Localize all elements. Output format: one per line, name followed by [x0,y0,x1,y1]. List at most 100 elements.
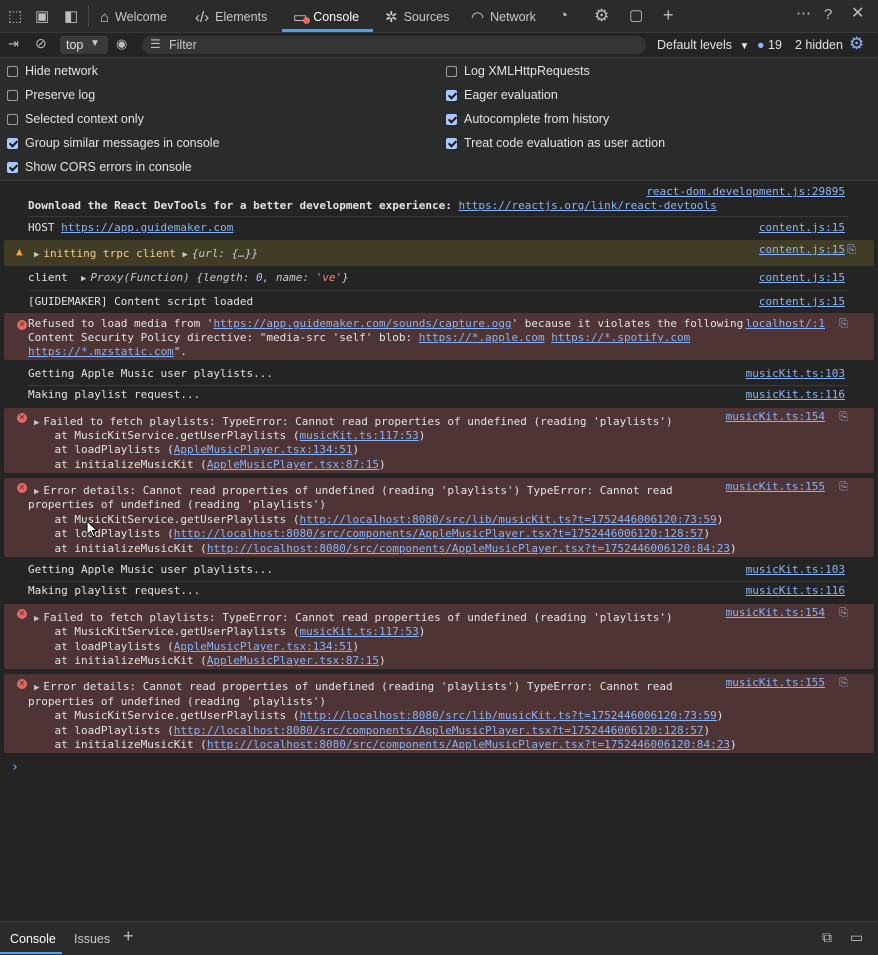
separator [28,385,848,386]
settings-gear-icon[interactable]: ⚙ [594,7,609,24]
checkbox[interactable] [7,113,18,125]
console-settings-gear-icon[interactable]: ⚙ [849,35,864,52]
csp-link[interactable]: https://*.apple.com [419,331,545,344]
expand-triangle-icon[interactable]: ▶ [81,274,86,284]
application-icon[interactable]: ▢ [629,8,643,23]
filter-input[interactable]: ☰ Filter [142,36,646,54]
home-icon: ⌂ [100,8,110,26]
console-message: Refused to load media from 'https://app.… [28,317,744,330]
host-link[interactable]: https://app.guidemaker.com [61,221,233,234]
copy-icon[interactable]: ⎘ [847,243,856,257]
source-link[interactable]: content.js:15 [759,221,845,234]
selected-context-checkbox[interactable]: Selected context only [7,112,144,126]
source-link[interactable]: react-dom.development.js:29895 [646,185,845,198]
source-link[interactable]: content.js:15 [759,271,845,284]
source-link[interactable]: musicKit.ts:103 [746,563,845,576]
live-expression-eye-icon[interactable]: ◉ [116,37,127,50]
tab-elements[interactable]: ‹/› Elements [195,8,267,26]
source-link[interactable]: localhost/:1 [746,317,825,330]
console-message: ▶ Failed to fetch playlists: TypeError: C… [34,415,673,428]
clear-console-icon[interactable]: ⊘ [35,36,47,50]
hide-network-checkbox[interactable]: Hide network [7,64,98,78]
close-icon[interactable]: ✕ [851,6,864,22]
stack-frame: at loadPlaylists (http://localhost:8080/… [28,724,711,737]
expand-triangle-icon[interactable]: ▶ [34,614,39,624]
error-icon: ✕ [17,483,27,493]
treat-code-eval-checkbox[interactable]: Treat code evaluation as user action [446,136,665,150]
expand-triangle-icon[interactable]: ▶ [34,418,39,428]
tab-welcome[interactable]: ⌂ Welcome [100,8,167,26]
dock-drawer-icon[interactable]: ⧉ [822,930,832,944]
stack-frame: at initializeMusicKit (AppleMusicPlayer.… [28,458,386,471]
show-cors-checkbox[interactable]: Show CORS errors in console [7,160,192,174]
autocomplete-history-checkbox[interactable]: Autocomplete from history [446,112,609,126]
source-link[interactable]: musicKit.ts:103 [746,367,845,380]
source-link[interactable]: musicKit.ts:154 [726,606,825,619]
expand-triangle-icon[interactable]: ▶ [34,250,39,260]
error-icon: ✕ [17,609,27,619]
inspect-element-icon[interactable]: ⬚ [8,9,22,24]
checkbox[interactable] [446,65,457,77]
group-similar-checkbox[interactable]: Group similar messages in console [7,136,220,150]
csp-link[interactable]: https://*.spotify.com [551,331,690,344]
checkbox[interactable] [7,65,18,77]
checkbox[interactable] [446,89,457,101]
copy-icon[interactable]: ⎘ [839,606,848,620]
source-link[interactable]: musicKit.ts:155 [726,676,825,689]
issues-counter[interactable]: ● 19 [757,38,782,52]
wifi-icon: ◠ [471,9,485,26]
log-levels-dropdown[interactable]: Default levels ▼ [657,38,749,52]
checkbox[interactable] [446,137,457,149]
copy-icon[interactable]: ⎘ [839,480,848,494]
console-message: HOST https://app.guidemaker.com [28,221,234,234]
active-tab-indicator [282,29,373,32]
add-tab-icon[interactable]: + [663,6,674,24]
source-link[interactable]: musicKit.ts:155 [726,480,825,493]
log-xhr-checkbox[interactable]: Log XMLHttpRequests [446,64,590,78]
tab-console[interactable]: ▭ Console [293,8,359,26]
stack-frame: at loadPlaylists (AppleMusicPlayer.tsx:1… [28,640,360,653]
performance-icon[interactable]: ◔ [559,8,568,23]
source-link[interactable]: content.js:15 [759,243,845,256]
issues-icon: ● [757,38,765,52]
warning-icon: ▲ [16,245,23,258]
checkbox[interactable] [7,137,18,149]
drawer-tab-console[interactable]: Console [0,922,62,954]
dock-sidebar-icon[interactable]: ◧ [64,9,78,24]
checkbox[interactable] [446,113,457,125]
copy-icon[interactable]: ⎘ [839,676,848,690]
source-link[interactable]: musicKit.ts:116 [746,584,845,597]
context-selector[interactable]: top ▼ [60,36,108,54]
eager-evaluation-checkbox[interactable]: Eager evaluation [446,88,558,102]
source-link[interactable]: content.js:15 [759,295,845,308]
stack-frame: at initializeMusicKit (http://localhost:… [28,738,737,751]
drawer-tab-issues[interactable]: Issues [74,932,110,946]
source-link[interactable]: musicKit.ts:154 [726,410,825,423]
device-emulation-icon[interactable]: ▣ [35,9,49,24]
copy-icon[interactable]: ⎘ [839,410,848,424]
expand-triangle-icon[interactable]: ▶ [34,487,39,497]
checkbox[interactable] [7,161,18,173]
more-options-icon[interactable]: ⋯ [796,6,811,21]
preserve-log-checkbox[interactable]: Preserve log [7,88,95,102]
console-message: [GUIDEMAKER] Content script loaded [28,295,254,308]
console-message: ▶ Error details: Cannot read properties o… [34,680,673,693]
stack-frame: at loadPlaylists (AppleMusicPlayer.tsx:1… [28,443,360,456]
checkbox[interactable] [7,89,18,101]
console-message: client ▶ Proxy(Function) {length: 0, name… [28,271,349,284]
expand-triangle-icon[interactable]: ▶ [183,250,188,260]
add-drawer-tab-icon[interactable]: + [123,927,134,945]
help-icon[interactable]: ? [824,7,832,22]
console-prompt-input[interactable] [24,758,864,776]
collapse-drawer-icon[interactable]: ▭ [850,930,863,944]
tab-sources[interactable]: ✲ Sources [385,8,449,26]
expand-triangle-icon[interactable]: ▶ [34,683,39,693]
sidebar-toggle-icon[interactable]: ⇥ [8,37,19,50]
tab-network[interactable]: ◠ Network [471,8,536,26]
devtools-link[interactable]: https://reactjs.org/link/react-devtools [458,199,716,212]
source-link[interactable]: musicKit.ts:116 [746,388,845,401]
copy-icon[interactable]: ⎘ [839,317,848,331]
csp-link[interactable]: https://*.mzstatic.com [28,345,174,358]
media-link[interactable]: https://app.guidemaker.com/sounds/captur… [213,317,511,330]
drawer-tab-bar: Console Issues + ⧉ ▭ [0,921,878,955]
